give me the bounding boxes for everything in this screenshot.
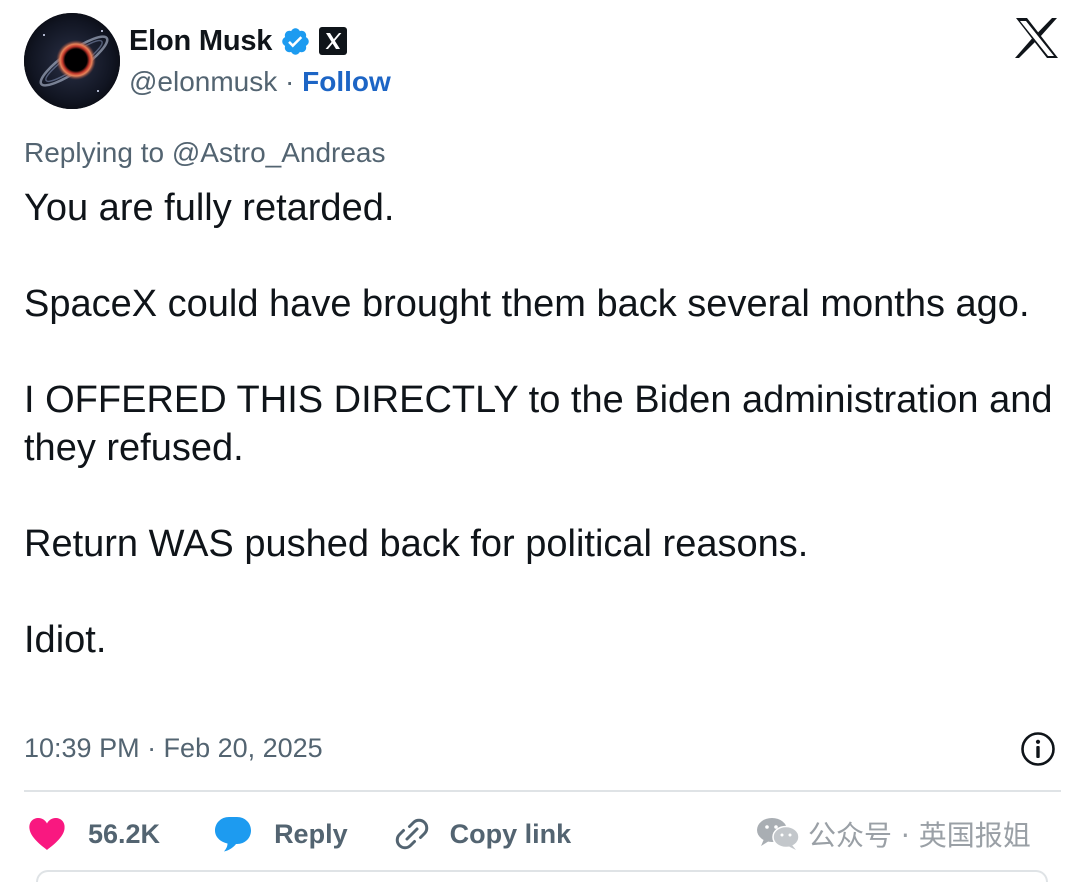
author-name[interactable]: Elon Musk (129, 25, 272, 58)
reply-button[interactable]: Reply (214, 816, 348, 852)
x-affiliation-badge-icon (319, 27, 348, 55)
reply-bubble-icon (215, 817, 252, 852)
wechat-icon (757, 818, 800, 850)
info-icon[interactable] (1020, 731, 1056, 767)
handle-separator: · (277, 66, 303, 97)
watermark-text: 公众号 · 英国报姐 (808, 819, 1031, 852)
author-handle[interactable]: @elonmusk (129, 66, 277, 97)
follow-button[interactable]: Follow (302, 66, 391, 97)
replying-to[interactable]: Replying to @Astro_Andreas (24, 137, 386, 169)
divider (24, 790, 1061, 792)
copy-link-label: Copy link (449, 818, 572, 849)
author-name-row: Elon Musk (129, 22, 348, 60)
reply-label: Reply (274, 818, 348, 849)
tweet-paragraph: You are fully retarded. (24, 187, 395, 229)
author-handle-row: @elonmusk · Follow (129, 66, 391, 98)
like-button[interactable]: 56.2K (28, 817, 160, 851)
x-logo-icon[interactable] (1014, 17, 1060, 59)
next-section-edge (36, 870, 1048, 882)
tweet-paragraph: I OFFERED THIS DIRECTLY to the Biden adm… (24, 379, 1053, 469)
heart-icon (29, 818, 65, 850)
verified-badge-icon (282, 27, 309, 55)
tweet-paragraph: SpaceX could have brought them back seve… (24, 283, 1030, 325)
tweet-text: You are fully retarded. SpaceX could hav… (24, 184, 1064, 664)
action-bar: 56.2K Reply Copy link (28, 811, 571, 857)
link-icon (395, 818, 428, 850)
watermark: 公众号 · 英国报姐 (756, 813, 1031, 855)
tweet-paragraph: Return WAS pushed back for political rea… (24, 523, 809, 565)
tweet-timestamp[interactable]: 10:39 PM · Feb 20, 2025 (24, 733, 323, 764)
tweet-paragraph: Idiot. (24, 619, 107, 661)
avatar[interactable] (24, 13, 120, 109)
copy-link-button[interactable]: Copy link (394, 816, 572, 852)
like-count: 56.2K (88, 818, 161, 849)
